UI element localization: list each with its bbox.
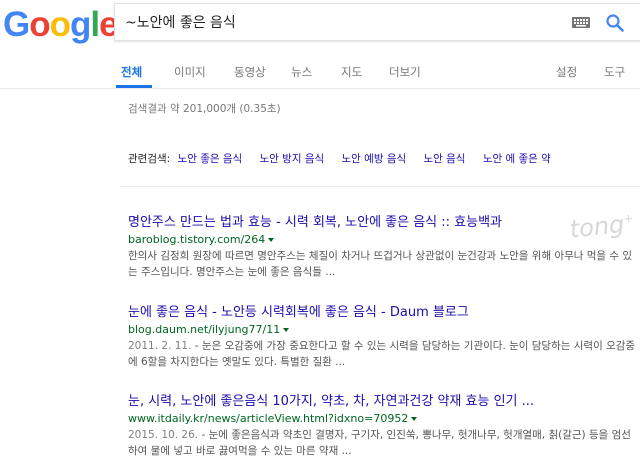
google-logo[interactable]: Google bbox=[3, 5, 119, 45]
tab-videos[interactable]: 동영상 bbox=[234, 64, 266, 80]
tab-tools[interactable]: 도구 bbox=[604, 64, 625, 80]
search-result: 눈에 좋은 음식 - 노안등 시력회복에 좋은 음식 - Daum 블로그 bl… bbox=[128, 304, 640, 370]
result-stats: 검색결과 약 201,000개 (0.35초) bbox=[128, 103, 281, 115]
logo-letter: g bbox=[70, 5, 91, 44]
result-url: baroblog.tistory.com/264 bbox=[128, 232, 640, 248]
related-link[interactable]: 노안 좋은 음식 bbox=[178, 153, 243, 165]
result-url-text: blog.daum.net/ilyjung77/11 bbox=[128, 323, 281, 336]
tab-more[interactable]: 더보기 bbox=[389, 64, 421, 80]
search-result: 눈, 시력, 노안에 좋은음식 10가지, 약초, 차, 자연과건강 약재 효능… bbox=[128, 393, 640, 459]
url-dropdown-icon[interactable] bbox=[268, 238, 275, 242]
url-dropdown-icon[interactable] bbox=[411, 417, 418, 421]
tab-settings[interactable]: 설정 bbox=[556, 64, 577, 80]
logo-letter: G bbox=[3, 5, 30, 44]
tab-all[interactable]: 전체 bbox=[121, 64, 142, 80]
divider bbox=[120, 186, 640, 187]
watermark-logo: tong+ bbox=[568, 210, 635, 244]
result-url-text: www.itdaily.kr/news/articleView.html?idx… bbox=[128, 412, 409, 425]
related-link[interactable]: 노안 음식 bbox=[423, 153, 465, 165]
result-date: 2015. 10. 26. bbox=[128, 429, 199, 441]
result-title-link[interactable]: 눈에 좋은 음식 - 노안등 시력회복에 좋은 음식 - Daum 블로그 bbox=[128, 304, 640, 322]
url-dropdown-icon[interactable] bbox=[283, 328, 290, 332]
related-label: 관련검색: bbox=[128, 153, 171, 165]
search-tabs: 전체 이미지 동영상 뉴스 지도 더보기 설정 도구 bbox=[0, 50, 640, 88]
result-date: 2011. 2. 11. bbox=[128, 340, 192, 352]
result-title-link[interactable]: 눈, 시력, 노안에 좋은음식 10가지, 약초, 차, 자연과건강 약재 효능… bbox=[128, 393, 640, 411]
result-url-text: baroblog.tistory.com/264 bbox=[128, 233, 266, 246]
result-snippet: 2015. 10. 26. - 눈에 좋은음식과 약초인 결명자, 구기자, 인… bbox=[128, 427, 640, 459]
header: Google 전체 이미지 동영상 뉴스 지도 더보기 설정 도구 bbox=[0, 0, 640, 89]
result-url: www.itdaily.kr/news/articleView.html?idx… bbox=[128, 411, 640, 427]
result-title-link[interactable]: 명안주스 만드는 법과 효능 - 시력 회복, 노안에 좋은 음식 :: 효능백… bbox=[128, 214, 640, 232]
result-snippet: 2011. 2. 11. - 눈은 오감중에 가장 중요한다고 할 수 있는 시… bbox=[128, 338, 640, 370]
tab-news[interactable]: 뉴스 bbox=[291, 64, 312, 80]
tab-images[interactable]: 이미지 bbox=[174, 64, 206, 80]
logo-letter: o bbox=[49, 5, 71, 44]
related-link[interactable]: 노안 예방 음식 bbox=[342, 153, 407, 165]
result-snippet-text: - 눈은 오감중에 가장 중요한다고 할 수 있는 시력을 담당하는 기관이다.… bbox=[128, 340, 636, 368]
keyboard-icon[interactable] bbox=[572, 17, 590, 28]
result-url: blog.daum.net/ilyjung77/11 bbox=[128, 322, 640, 338]
related-link[interactable]: 노안 방지 음식 bbox=[260, 153, 325, 165]
tab-maps[interactable]: 지도 bbox=[341, 64, 362, 80]
search-result: 명안주스 만드는 법과 효능 - 시력 회복, 노안에 좋은 음식 :: 효능백… bbox=[128, 214, 640, 280]
result-snippet-text: - 눈에 좋은음식과 약초인 결명자, 구기자, 인진쑥, 뽕나무, 헛개나무,… bbox=[128, 429, 631, 457]
related-link[interactable]: 노안 에 좋은 약 bbox=[483, 153, 551, 165]
related-searches: 관련검색: 노안 좋은 음식 노안 방지 음식 노안 예방 음식 노안 음식 노… bbox=[128, 151, 565, 166]
search-box bbox=[114, 3, 640, 41]
logo-letter: o bbox=[29, 5, 50, 44]
logo-letter: l bbox=[90, 5, 100, 44]
result-snippet: 한의사 김정희 원장에 따르면 명안주스는 체질이 차거나 뜨겁거나 상관없이 … bbox=[128, 248, 640, 280]
result-snippet-text: 한의사 김정희 원장에 따르면 명안주스는 체질이 차거나 뜨겁거나 상관없이 … bbox=[128, 250, 633, 278]
active-tab-indicator bbox=[116, 85, 152, 88]
search-icon[interactable] bbox=[605, 13, 625, 33]
search-input[interactable] bbox=[125, 4, 555, 40]
